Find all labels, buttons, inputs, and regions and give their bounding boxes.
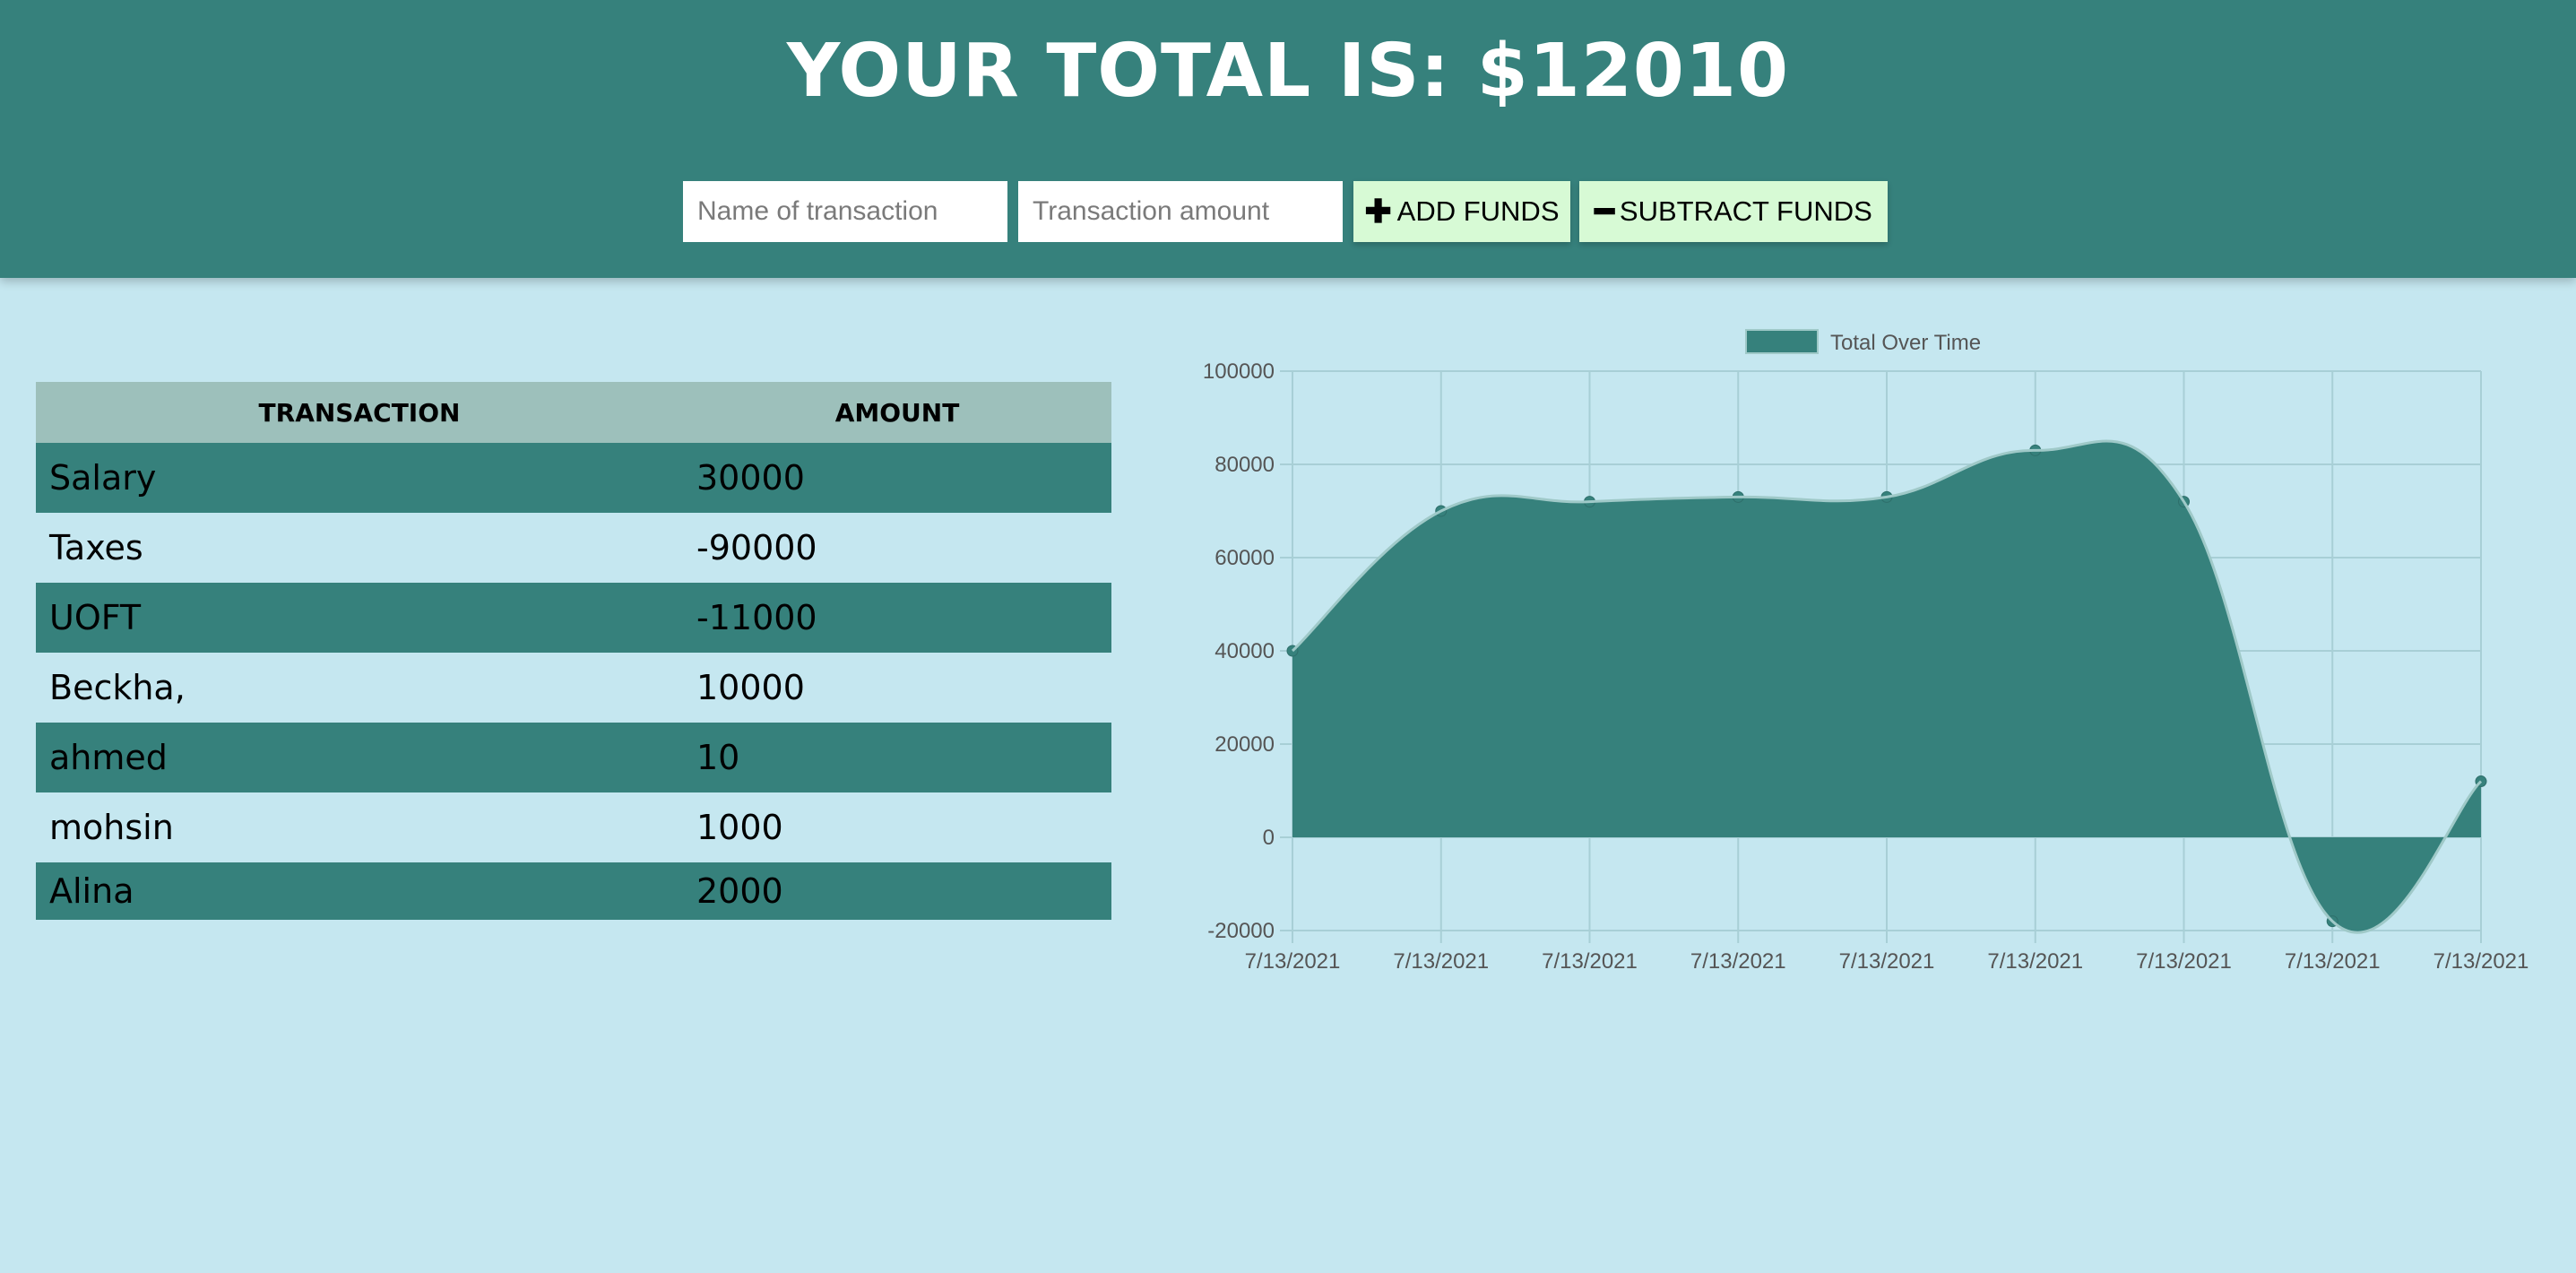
x-tick-label: 7/13/2021 [1245,949,1341,974]
x-tick-label: 7/13/2021 [1393,949,1489,974]
x-tick-label: 7/13/2021 [2433,949,2529,974]
x-tick-label: 7/13/2021 [1839,949,1935,974]
y-tick-label: 0 [1263,826,1275,850]
x-tick-label: 7/13/2021 [1987,949,2083,974]
y-tick-label: -20000 [1207,919,1275,943]
x-tick-label: 7/13/2021 [2136,949,2232,974]
y-axis-ticks: -20000 0 20000 40000 60000 80000 100000 [1203,359,1275,943]
x-tick-label: 7/13/2021 [1690,949,1786,974]
x-tick-label: 7/13/2021 [1542,949,1638,974]
y-tick-label: 80000 [1215,453,1275,477]
total-over-time-chart: -20000 0 20000 40000 60000 80000 100000 7/13/2… [1203,329,2529,974]
y-tick-label: 40000 [1215,639,1275,663]
y-tick-label: 60000 [1215,546,1275,570]
x-axis-ticks: 7/13/2021 7/13/2021 7/13/2021 7/13/2021 7/13… [1245,949,2529,974]
x-tick-label: 7/13/2021 [2285,949,2381,974]
legend-swatch[interactable] [1745,329,1819,354]
y-tick-label: 20000 [1215,732,1275,757]
legend-label[interactable]: Total Over Time [1830,331,1981,355]
y-tick-label: 100000 [1203,359,1275,384]
